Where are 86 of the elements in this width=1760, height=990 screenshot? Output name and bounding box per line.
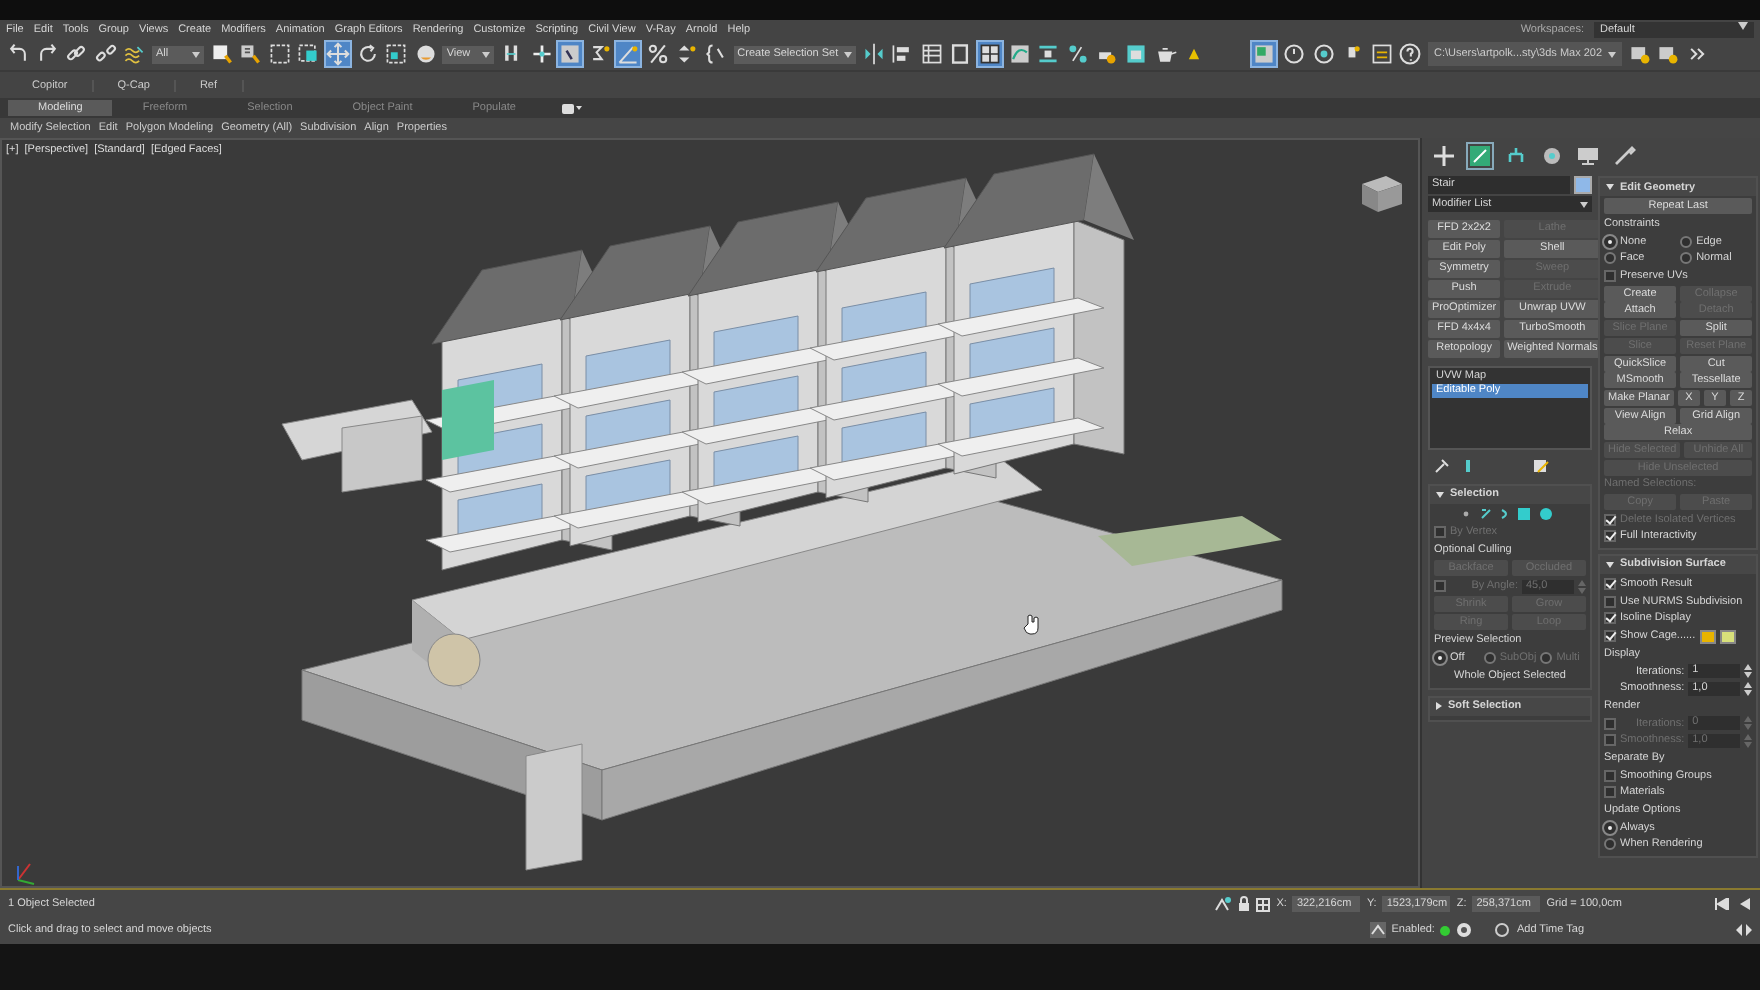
- plus-icon[interactable]: [1432, 143, 1456, 167]
- expand-arrow-icon[interactable]: [1436, 702, 1442, 710]
- mirror-icon[interactable]: [861, 42, 886, 66]
- lock-icon[interactable]: [1238, 896, 1251, 912]
- motion-icon[interactable]: [1540, 143, 1564, 167]
- teapot-icon[interactable]: [1153, 42, 1178, 66]
- spinner-snap-icon[interactable]: [674, 42, 699, 66]
- ribbon-toggle-icon[interactable]: [561, 103, 582, 113]
- checkbox[interactable]: [1604, 578, 1616, 591]
- checkbox[interactable]: [1604, 630, 1616, 643]
- help-icon[interactable]: [1398, 42, 1423, 66]
- color-swatch[interactable]: [1699, 629, 1716, 644]
- layer-list-icon[interactable]: [919, 42, 944, 66]
- radio-button[interactable]: [1680, 235, 1693, 248]
- brace-icon[interactable]: [704, 42, 729, 66]
- collapse-arrow-icon[interactable]: [1606, 561, 1614, 568]
- select-box-icon[interactable]: [209, 42, 234, 66]
- project-folder-icon[interactable]: [1656, 42, 1681, 66]
- project-folder-icon[interactable]: [1627, 42, 1652, 66]
- subobject-level-icons[interactable]: [1458, 506, 1558, 522]
- enabled-dot-icon: [1440, 925, 1451, 935]
- checkbox[interactable]: [1604, 270, 1616, 283]
- wrench-icon[interactable]: [1612, 143, 1636, 167]
- object-color-swatch[interactable]: [1574, 176, 1592, 194]
- radio-button[interactable]: [1604, 235, 1616, 248]
- scale-box-icon[interactable]: [384, 42, 409, 66]
- radio-button[interactable]: [1604, 838, 1616, 851]
- window-icon[interactable]: [1369, 42, 1394, 66]
- settings-icon[interactable]: [1456, 922, 1473, 938]
- radio-button[interactable]: [1604, 821, 1616, 834]
- manipulate-cross-icon[interactable]: [529, 42, 553, 66]
- monitor-icon[interactable]: [1576, 143, 1600, 167]
- wave-lines-icon[interactable]: [122, 42, 147, 66]
- curve-editor-icon[interactable]: [1007, 42, 1032, 66]
- caret-icon: [844, 51, 853, 57]
- collapse-arrow-icon[interactable]: [1436, 491, 1444, 497]
- spinner-arrows-icon[interactable]: [1744, 664, 1753, 679]
- clock-icon[interactable]: [1282, 42, 1307, 66]
- snap-toggle-icon[interactable]: [587, 42, 612, 66]
- caret-icon: [482, 51, 491, 57]
- list-select-icon[interactable]: [238, 42, 263, 66]
- checkbox[interactable]: [1604, 595, 1616, 608]
- ribbon-grid-icon[interactable]: [978, 42, 1003, 66]
- broken-link-icon[interactable]: [93, 42, 118, 66]
- checkbox[interactable]: [1604, 786, 1616, 799]
- go-to-start-icon[interactable]: [1714, 898, 1730, 910]
- modify-icon[interactable]: [1468, 143, 1492, 167]
- checkbox[interactable]: [1604, 530, 1616, 543]
- crossing-select-icon[interactable]: [296, 42, 321, 66]
- stack-tools-icons[interactable]: [1434, 457, 1554, 473]
- caret-icon: [191, 51, 200, 57]
- color-swatch[interactable]: [1719, 629, 1736, 644]
- checkbox[interactable]: [1604, 769, 1616, 782]
- building-model-drawing[interactable]: [281, 153, 1283, 871]
- radio-button[interactable]: [1434, 652, 1446, 664]
- time-tag-icon[interactable]: [1494, 922, 1511, 938]
- more-chevron-icon[interactable]: [1685, 42, 1710, 66]
- adaptive-degradation-icon[interactable]: [1369, 922, 1386, 938]
- absolute-mode-icon[interactable]: [1256, 897, 1271, 911]
- axis-tripod-icon: [17, 863, 35, 885]
- undo-arrow-icon[interactable]: [6, 42, 30, 66]
- rotate-arrow-icon[interactable]: [355, 42, 380, 66]
- render-frame-icon[interactable]: [1124, 42, 1149, 66]
- redo-arrow-icon[interactable]: [35, 42, 60, 66]
- caret-icon: [1580, 201, 1588, 207]
- checkbox[interactable]: [1604, 612, 1616, 625]
- hierarchy-icon[interactable]: [1504, 143, 1528, 167]
- dashed-rectangle-icon[interactable]: [267, 42, 292, 66]
- key-mode-icon[interactable]: [1736, 924, 1752, 936]
- hand-cursor-icon: [1023, 614, 1039, 635]
- view-cube-icon[interactable]: [1362, 176, 1402, 212]
- panel-toggle-icon[interactable]: [948, 42, 973, 66]
- caret-icon: [1608, 51, 1617, 57]
- align-icon[interactable]: [890, 42, 915, 66]
- previous-frame-icon[interactable]: [1736, 898, 1752, 910]
- radio-button[interactable]: [1680, 252, 1693, 265]
- radio-button[interactable]: [1604, 252, 1616, 265]
- chain-link-icon[interactable]: [64, 42, 89, 66]
- schematic-view-icon[interactable]: [1036, 42, 1061, 66]
- isolate-icon[interactable]: [1214, 896, 1233, 912]
- collapse-arrow-icon[interactable]: [1606, 184, 1614, 190]
- sphere-icon[interactable]: [413, 42, 438, 66]
- percent-snap-icon[interactable]: [645, 42, 670, 66]
- material-dots-icon[interactable]: [1065, 42, 1090, 66]
- spinner-arrows-icon[interactable]: [1744, 681, 1753, 696]
- dial-icon[interactable]: [1311, 42, 1336, 66]
